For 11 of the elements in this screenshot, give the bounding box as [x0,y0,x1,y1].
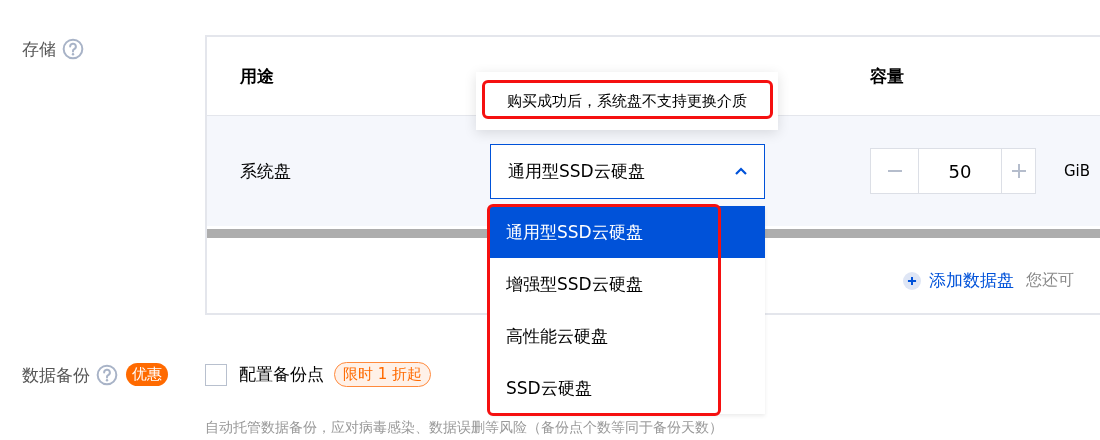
table-cell-text: 系统盘 [239,159,292,183]
promo-tag: 限时 1 折起 [334,362,432,387]
tooltip-text: 购买成功后，系统盘不支持更换介质 [507,91,747,111]
field-label: 存储 [22,38,56,60]
hint-text: 您还可 [1026,270,1074,291]
field-label: 数据备份 [22,363,90,386]
description-text: 自动托管数据备份，应对病毒感染、数据误删等风险（备份点个数等同于备份天数） [205,419,724,435]
column-header: 用途 [239,64,275,88]
column-header: 容量 [870,64,905,88]
unit-label: GiB [1064,162,1091,180]
discount-badge: 优惠 [126,363,168,386]
